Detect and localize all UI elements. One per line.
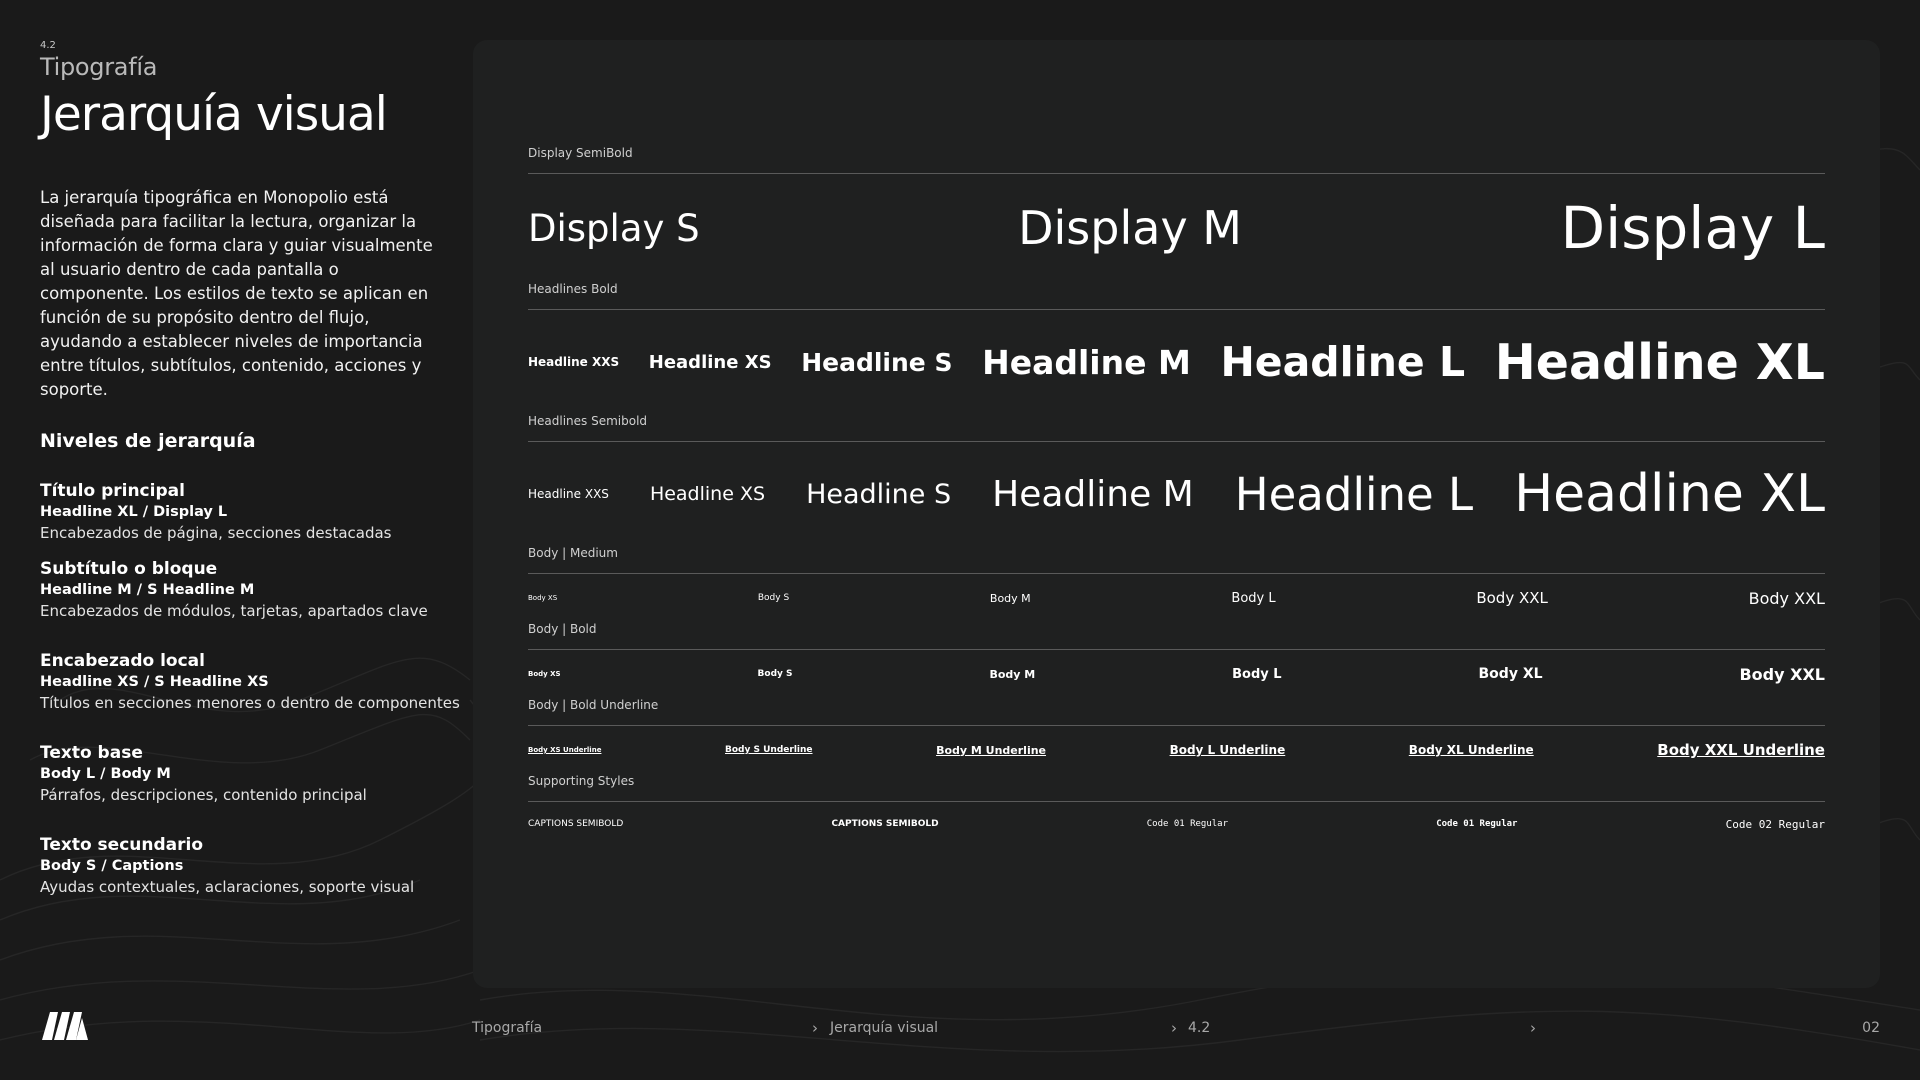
display-row: Display SemiBold Display S Display M Dis… [528, 146, 1825, 282]
specimen-headline-xl: Headline XL [1514, 464, 1825, 524]
row-label: Headlines Semibold [528, 414, 648, 428]
specimen-headline-xs: Headline XS [648, 351, 772, 373]
specimen-headline-s: Headline S [806, 478, 952, 510]
specimen-body-xxl-underline: Body XXL Underline [1657, 741, 1825, 759]
specimen-headline-xxs: Headline XXS [528, 487, 609, 501]
specimen-body-xxl: Body XXL [1748, 588, 1825, 608]
specimen-body-m-underline: Body M Underline [936, 743, 1047, 757]
breadcrumb-jerarquia-visual[interactable]: Jerarquía visual [830, 1020, 938, 1036]
section-number: 4.2 [40, 40, 56, 51]
body-bold-underline-row: Body | Bold Underline Body XS Underline … [528, 698, 1825, 774]
level-styles: Headline XL / Display L [40, 504, 228, 520]
specimen-body-xs-underline: Body XS Underline [528, 746, 602, 754]
specimen-body-m: Body M [989, 591, 1031, 605]
level-item: Encabezado local Headline XS / S Headlin… [40, 650, 460, 714]
chevron-right-icon: › [1530, 1019, 1536, 1037]
specimen-list: Body XS Body S Body M Body L Body XL Bod… [528, 650, 1825, 698]
specimen-code-02: Code 02 Regular [1725, 817, 1825, 831]
specimen-panel: Display SemiBold Display S Display M Dis… [473, 40, 1880, 988]
specimen-body-xl: Body XL [1478, 666, 1543, 682]
body-medium-row: Body | Medium Body XS Body S Body M Body… [528, 546, 1825, 622]
page-title: Jerarquía visual [40, 87, 388, 142]
level-styles: Headline M / S Headline M [40, 582, 255, 598]
level-title: Texto base [40, 743, 143, 763]
specimen-body-l: Body L [1231, 590, 1276, 606]
breadcrumb-tipografia[interactable]: Tipografía [472, 1020, 542, 1036]
specimen-body-xxl: Body XXL [1739, 664, 1825, 684]
specimen-rows: Display SemiBold Display S Display M Dis… [528, 146, 1825, 846]
specimen-headline-xxs: Headline XXS [528, 355, 620, 369]
specimen-code-01: Code 01 Regular [1436, 819, 1518, 829]
section-name: Tipografía [40, 53, 158, 81]
level-item: Texto secundario Body S / Captions Ayuda… [40, 834, 460, 898]
specimen-headline-m: Headline M [992, 473, 1194, 515]
intro-paragraph: La jerarquía tipográfica en Monopolio es… [40, 188, 433, 399]
specimen-body-xl-underline: Body XL Underline [1408, 743, 1534, 757]
specimen-headline-xs: Headline XS [649, 483, 766, 505]
specimen-display-l: Display L [1560, 194, 1825, 262]
specimen-body-s: Body S [757, 593, 790, 603]
level-description: Encabezados de página, secciones destaca… [40, 524, 392, 542]
specimen-body-xxl: Body XXL [1476, 589, 1548, 607]
specimen-body-s: Body S [757, 669, 793, 679]
row-label: Supporting Styles [528, 774, 635, 788]
level-description: Encabezados de módulos, tarjetas, aparta… [40, 602, 428, 620]
level-item: Título principal Headline XL / Display L… [40, 480, 460, 544]
page-number: 02 [1862, 1020, 1880, 1036]
specimen-body-l-underline: Body L Underline [1169, 743, 1286, 757]
specimen-list: Body XS Underline Body S Underline Body … [528, 726, 1825, 774]
monopolio-logo-icon [42, 1012, 88, 1040]
specimen-display-s: Display S [528, 206, 700, 250]
specimen-body-l: Body L [1232, 666, 1282, 682]
body-bold-row: Body | Bold Body XS Body S Body M Body L… [528, 622, 1825, 698]
specimen-headline-l: Headline L [1220, 338, 1466, 386]
level-description: Párrafos, descripciones, contenido princ… [40, 786, 367, 804]
chevron-right-icon: › [1171, 1019, 1177, 1037]
level-styles: Body L / Body M [40, 766, 171, 782]
level-styles: Body S / Captions [40, 858, 184, 874]
specimen-body-s-underline: Body S Underline [725, 745, 813, 755]
level-item: Texto base Body L / Body M Párrafos, des… [40, 742, 460, 806]
specimen-display-m: Display M [1018, 201, 1242, 255]
level-item: Subtítulo o bloque Headline M / S Headli… [40, 558, 460, 622]
specimen-list: Headline XXS Headline XS Headline S Head… [528, 310, 1825, 414]
levels-heading: Niveles de jerarquía [40, 430, 256, 452]
level-title: Encabezado local [40, 651, 205, 671]
specimen-code-01: Code 01 Regular [1146, 819, 1229, 829]
specimen-body-xs: Body XS [528, 670, 561, 678]
specimen-body-xs: Body XS [528, 594, 558, 602]
footer: Tipografía › Jerarquía visual › 4.2 › 02 [0, 1010, 1920, 1050]
specimen-list: CAPTIONS SEMIBOLD CAPTIONS SEMIBOLD Code… [528, 802, 1825, 846]
specimen-captions-semibold: CAPTIONS SEMIBOLD [831, 819, 939, 829]
level-title: Texto secundario [40, 835, 204, 855]
headlines-bold-row: Headlines Bold Headline XXS Headline XS … [528, 282, 1825, 414]
specimen-list: Display S Display M Display L [528, 174, 1825, 282]
specimen-list: Body XS Body S Body M Body L Body XXL Bo… [528, 574, 1825, 622]
level-title: Subtítulo o bloque [40, 559, 218, 579]
specimen-body-m: Body M [989, 667, 1036, 681]
breadcrumb-section-number[interactable]: 4.2 [1188, 1020, 1210, 1036]
row-label: Body | Medium [528, 546, 618, 560]
row-label: Body | Bold [528, 622, 597, 636]
left-column: 4.2 Tipografía Jerarquía visual La jerar… [40, 40, 460, 898]
specimen-headline-l: Headline L [1234, 467, 1474, 521]
level-description: Títulos en secciones menores o dentro de… [40, 694, 460, 712]
specimen-list: Headline XXS Headline XS Headline S Head… [528, 442, 1825, 546]
row-label: Display SemiBold [528, 146, 633, 160]
row-label: Body | Bold Underline [528, 698, 659, 712]
level-description: Ayudas contextuales, aclaraciones, sopor… [40, 878, 415, 896]
specimen-headline-m: Headline M [982, 342, 1191, 382]
headlines-semibold-row: Headlines Semibold Headline XXS Headline… [528, 414, 1825, 546]
chevron-right-icon: › [812, 1019, 818, 1037]
specimen-headline-s: Headline S [801, 347, 953, 377]
level-title: Título principal [40, 481, 185, 501]
supporting-styles-row: Supporting Styles CAPTIONS SEMIBOLD CAPT… [528, 774, 1825, 846]
specimen-headline-xl: Headline XL [1494, 333, 1825, 391]
level-styles: Headline XS / S Headline XS [40, 674, 269, 690]
specimen-captions-semibold: CAPTIONS SEMIBOLD [528, 819, 624, 829]
row-label: Headlines Bold [528, 282, 618, 296]
